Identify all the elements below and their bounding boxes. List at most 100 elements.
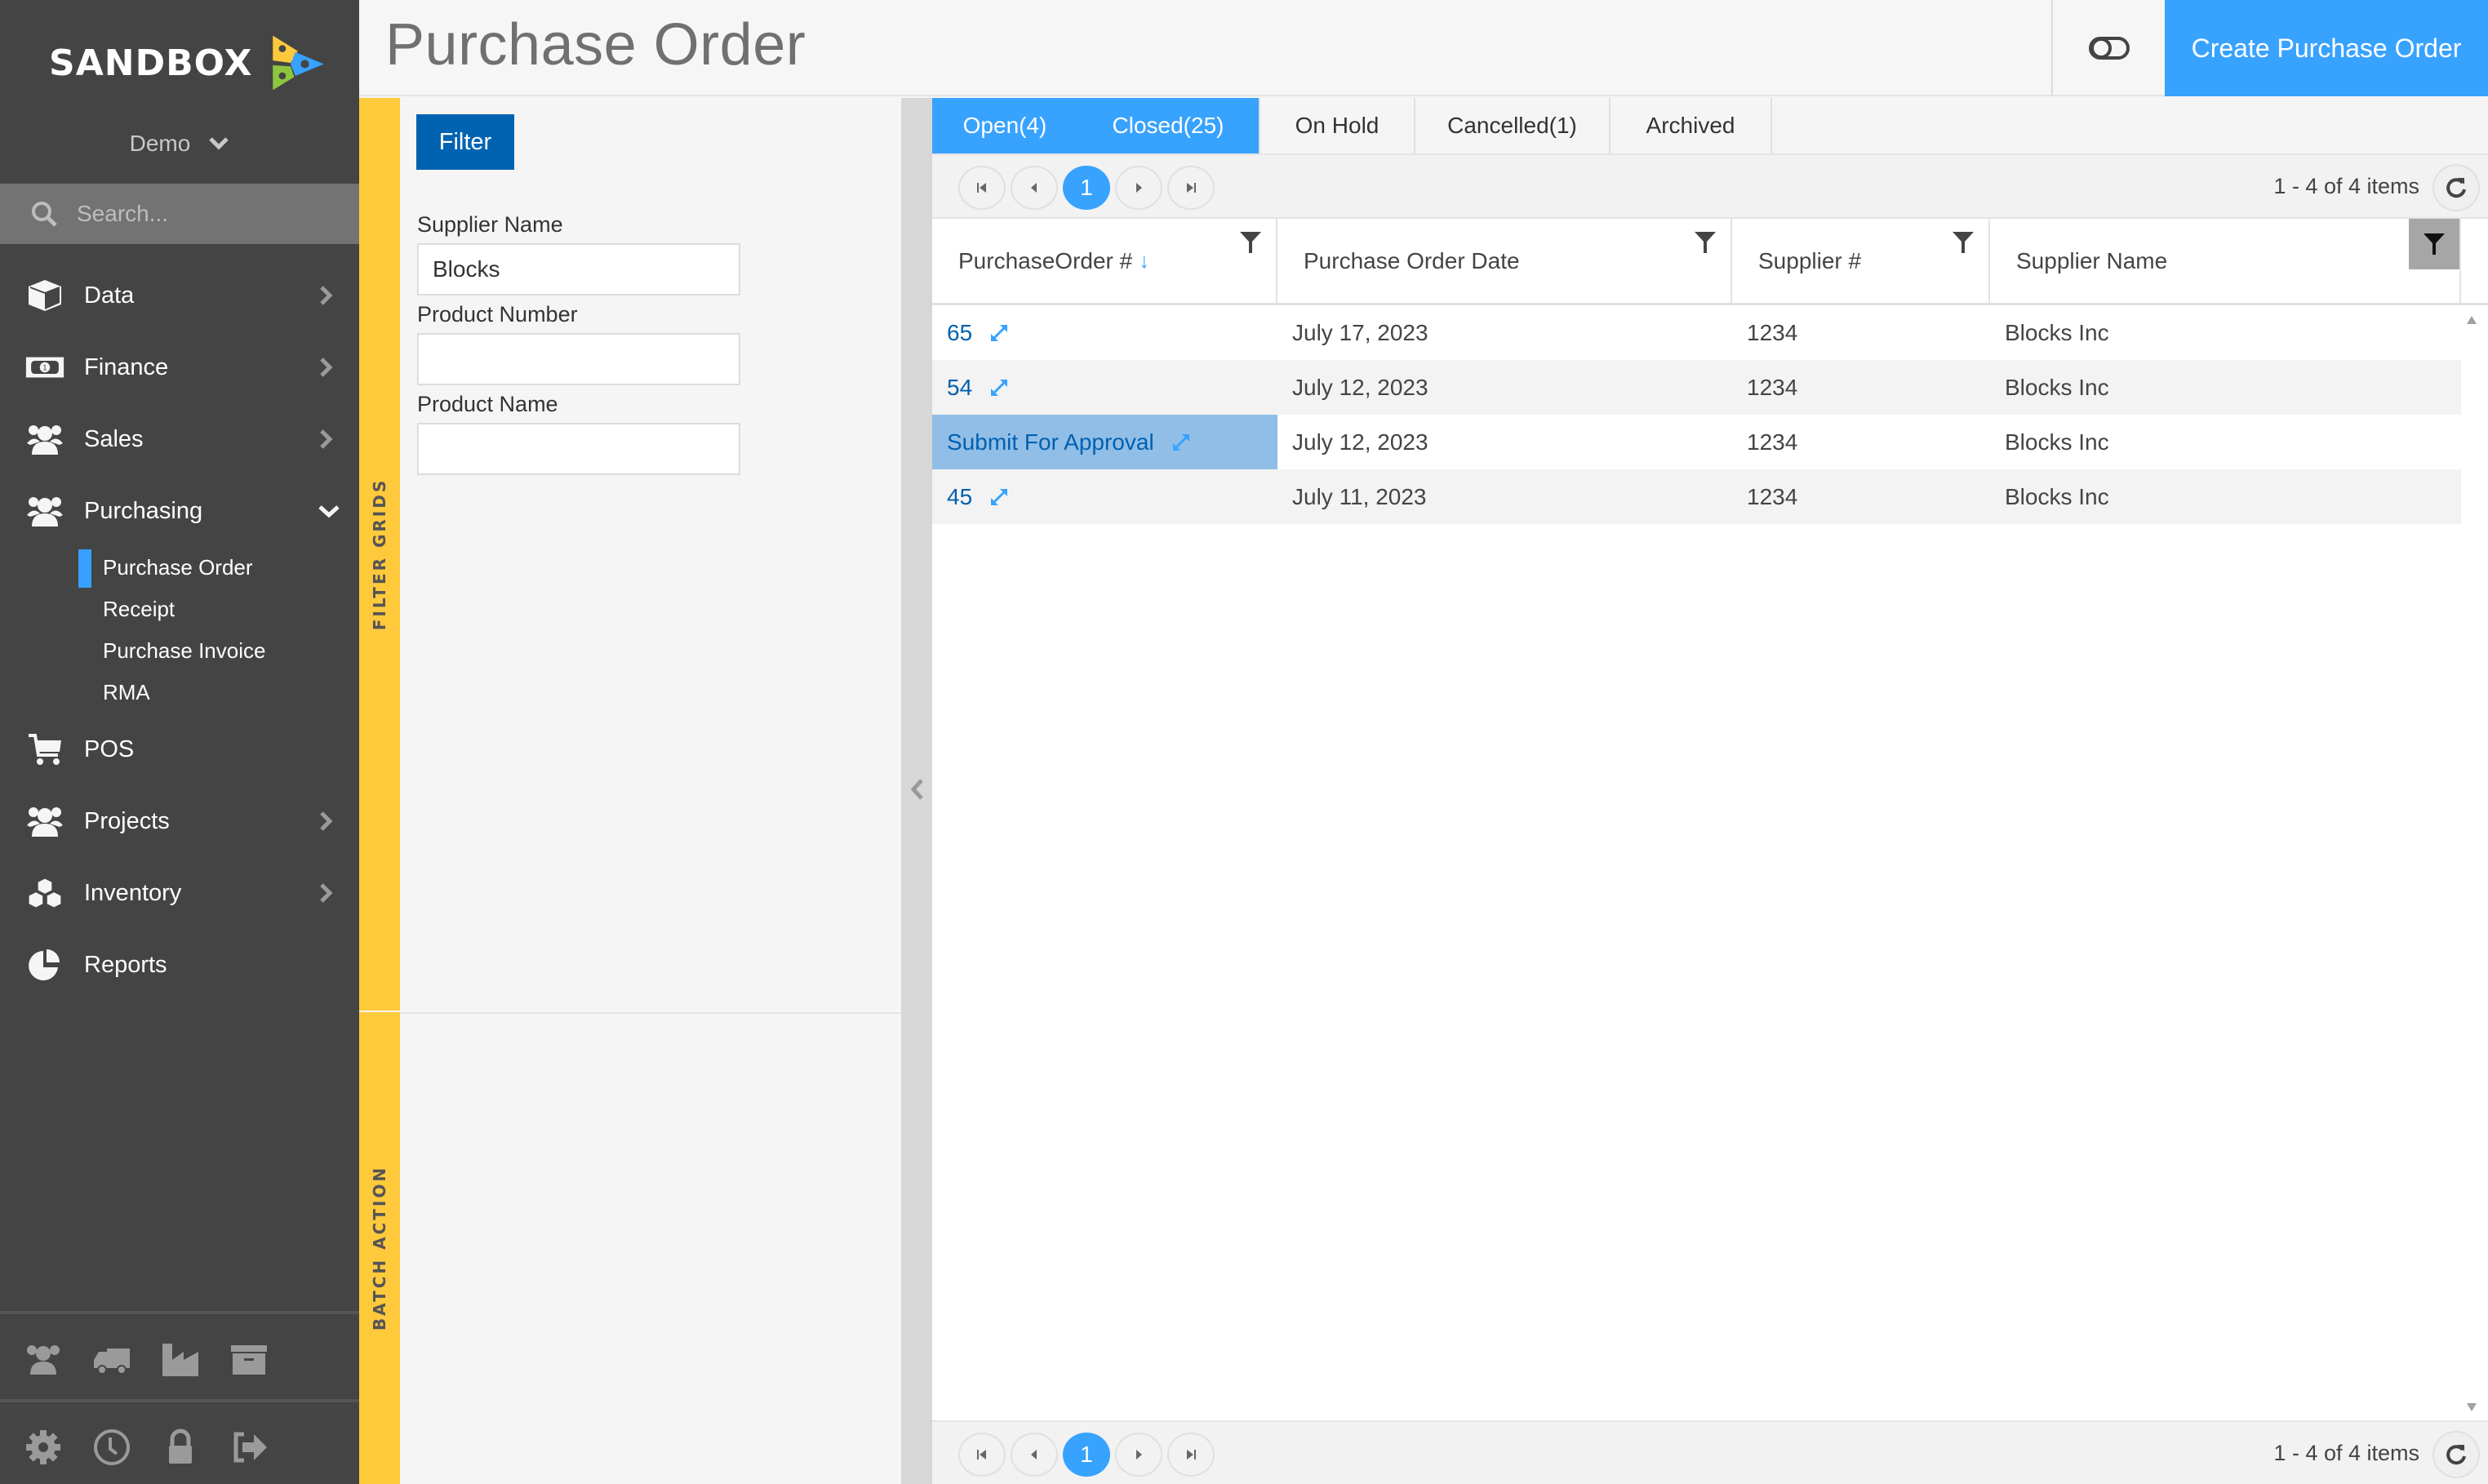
sidebar-item-sales[interactable]: Sales <box>0 403 359 475</box>
scroll-down-icon[interactable] <box>2466 1402 2477 1412</box>
sidebar-item-purchasing[interactable]: Purchasing <box>0 475 359 547</box>
sidebar-search-input[interactable] <box>77 201 338 227</box>
po-number-cell[interactable]: 65 <box>932 305 1277 360</box>
page-number-button[interactable]: 1 <box>1063 166 1110 210</box>
table-row[interactable]: 54 July 12, 2023 1234 Blocks Inc <box>932 360 2461 415</box>
pager-info: 1 - 4 of 4 items <box>2273 1440 2419 1465</box>
product-number-input[interactable] <box>417 333 740 385</box>
brand-logo[interactable]: SANDBOX <box>49 18 327 108</box>
sidebar-item-pos[interactable]: POS <box>0 713 359 785</box>
chevron-left-icon[interactable] <box>909 777 926 802</box>
column-header-supplier-number[interactable]: Supplier # <box>1732 219 1990 303</box>
sidebar-item-projects[interactable]: Projects <box>0 785 359 857</box>
quick-link-truck[interactable] <box>91 1339 132 1380</box>
active-filter-button[interactable] <box>2409 219 2459 269</box>
prev-page-button[interactable] <box>1011 166 1058 210</box>
prev-page-button[interactable] <box>1011 1433 1058 1477</box>
page-title: Purchase Order <box>385 12 806 78</box>
last-page-icon <box>1187 183 1196 193</box>
po-number-cell[interactable]: 45 <box>932 469 1277 524</box>
scroll-up-icon[interactable] <box>2466 315 2477 325</box>
refresh-button[interactable] <box>2432 164 2480 211</box>
sidebar-subitem-purchase-order[interactable]: Purchase Order <box>0 547 359 589</box>
next-page-button[interactable] <box>1115 166 1162 210</box>
sidebar-item-label: Data <box>84 282 135 309</box>
sidebar-subitem-rma[interactable]: RMA <box>0 672 359 713</box>
quick-link-industry[interactable] <box>160 1339 201 1380</box>
po-number-link[interactable]: 45 <box>947 484 972 510</box>
last-page-button[interactable] <box>1167 166 1215 210</box>
grid-body: 65 July 17, 2023 1234 Blocks Inc 54 July… <box>932 305 2488 1420</box>
po-number-link[interactable]: 54 <box>947 375 972 401</box>
active-indicator <box>78 549 91 588</box>
expand-icon[interactable] <box>989 322 1010 344</box>
sidebar-subitem-receipt[interactable]: Receipt <box>0 589 359 630</box>
filter-icon[interactable] <box>1951 230 1975 255</box>
product-name-input[interactable] <box>417 423 740 475</box>
sidebar-item-label: Projects <box>84 807 170 834</box>
history-button[interactable] <box>91 1427 132 1468</box>
grid-scrollbar[interactable] <box>2461 305 2481 1420</box>
last-page-button[interactable] <box>1167 1433 1215 1477</box>
expand-icon[interactable] <box>989 377 1010 398</box>
tab-cancelled[interactable]: Cancelled(1) <box>1415 98 1611 153</box>
column-header-po-date[interactable]: Purchase Order Date <box>1277 219 1732 303</box>
filter-button[interactable]: Filter <box>416 114 514 170</box>
expand-icon[interactable] <box>1171 432 1192 453</box>
create-purchase-order-button[interactable]: Create Purchase Order <box>2165 0 2488 96</box>
chevron-right-icon <box>320 811 333 831</box>
sidebar-item-inventory[interactable]: Inventory <box>0 857 359 929</box>
first-page-button[interactable] <box>958 1433 1006 1477</box>
chevron-down-icon <box>209 137 229 150</box>
first-page-button[interactable] <box>958 166 1006 210</box>
sidebar-subitem-purchase-invoice[interactable]: Purchase Invoice <box>0 630 359 672</box>
po-number-cell[interactable]: Submit For Approval <box>932 415 1277 469</box>
tab-open[interactable]: Open(4) <box>932 98 1077 153</box>
batch-action-label: BATCH ACTION <box>370 1165 390 1331</box>
table-row[interactable]: 45 July 11, 2023 1234 Blocks Inc <box>932 469 2461 524</box>
expand-icon[interactable] <box>989 487 1010 508</box>
filter-grids-rail[interactable]: FILTER GRIDS <box>359 98 400 1011</box>
column-header-supplier-name[interactable]: Supplier Name <box>1990 219 2461 303</box>
po-number-link[interactable]: Submit For Approval <box>947 429 1154 455</box>
tenant-selector[interactable]: Demo <box>0 124 359 163</box>
column-header-po-number[interactable]: PurchaseOrder # ↓ <box>932 219 1277 303</box>
supplier-name-cell: Blocks Inc <box>2005 374 2109 400</box>
sidebar-item-reports[interactable]: Reports <box>0 929 359 1001</box>
tab-closed[interactable]: Closed(25) <box>1077 98 1260 153</box>
quick-link-archive[interactable] <box>229 1339 269 1380</box>
lock-button[interactable] <box>160 1427 201 1468</box>
settings-button[interactable] <box>23 1427 64 1468</box>
tab-archived[interactable]: Archived <box>1611 98 1772 153</box>
next-page-button[interactable] <box>1115 1433 1162 1477</box>
page-number-button[interactable]: 1 <box>1063 1433 1110 1477</box>
users-icon <box>27 1345 60 1375</box>
last-page-icon <box>1187 1450 1196 1460</box>
refresh-button[interactable] <box>2432 1431 2480 1478</box>
panel-splitter[interactable] <box>901 98 932 1484</box>
truck-icon <box>94 1348 130 1375</box>
sidebar-item-finance[interactable]: 1 Finance <box>0 331 359 403</box>
sidebar-subitem-label: RMA <box>103 680 150 704</box>
table-row[interactable]: 65 July 17, 2023 1234 Blocks Inc <box>932 305 2461 360</box>
filter-icon[interactable] <box>1238 230 1263 255</box>
pager-bottom: 1 1 - 4 of 4 items <box>932 1420 2488 1484</box>
view-toggle-button[interactable] <box>2053 0 2165 96</box>
filter-grids-label: FILTER GRIDS <box>370 478 389 631</box>
quick-link-users[interactable] <box>23 1339 64 1380</box>
search-icon <box>32 202 57 227</box>
gear-icon <box>26 1430 60 1464</box>
supplier-name-input[interactable] <box>417 243 740 295</box>
sidebar-item-data[interactable]: Data <box>0 260 359 331</box>
sign-out-button[interactable] <box>229 1427 269 1468</box>
sidebar-subitem-label: Receipt <box>103 597 175 621</box>
batch-action-rail[interactable]: BATCH ACTION <box>359 1012 400 1484</box>
column-title: Purchase Order Date <box>1304 247 1520 273</box>
filter-icon[interactable] <box>1693 230 1717 255</box>
sidebar-search <box>0 184 359 244</box>
po-number-cell[interactable]: 54 <box>932 360 1277 415</box>
table-row[interactable]: Submit For Approval July 12, 2023 1234 B… <box>932 415 2461 469</box>
tab-on-hold[interactable]: On Hold <box>1260 98 1415 153</box>
po-number-link[interactable]: 65 <box>947 320 972 346</box>
users-icon <box>27 807 63 837</box>
